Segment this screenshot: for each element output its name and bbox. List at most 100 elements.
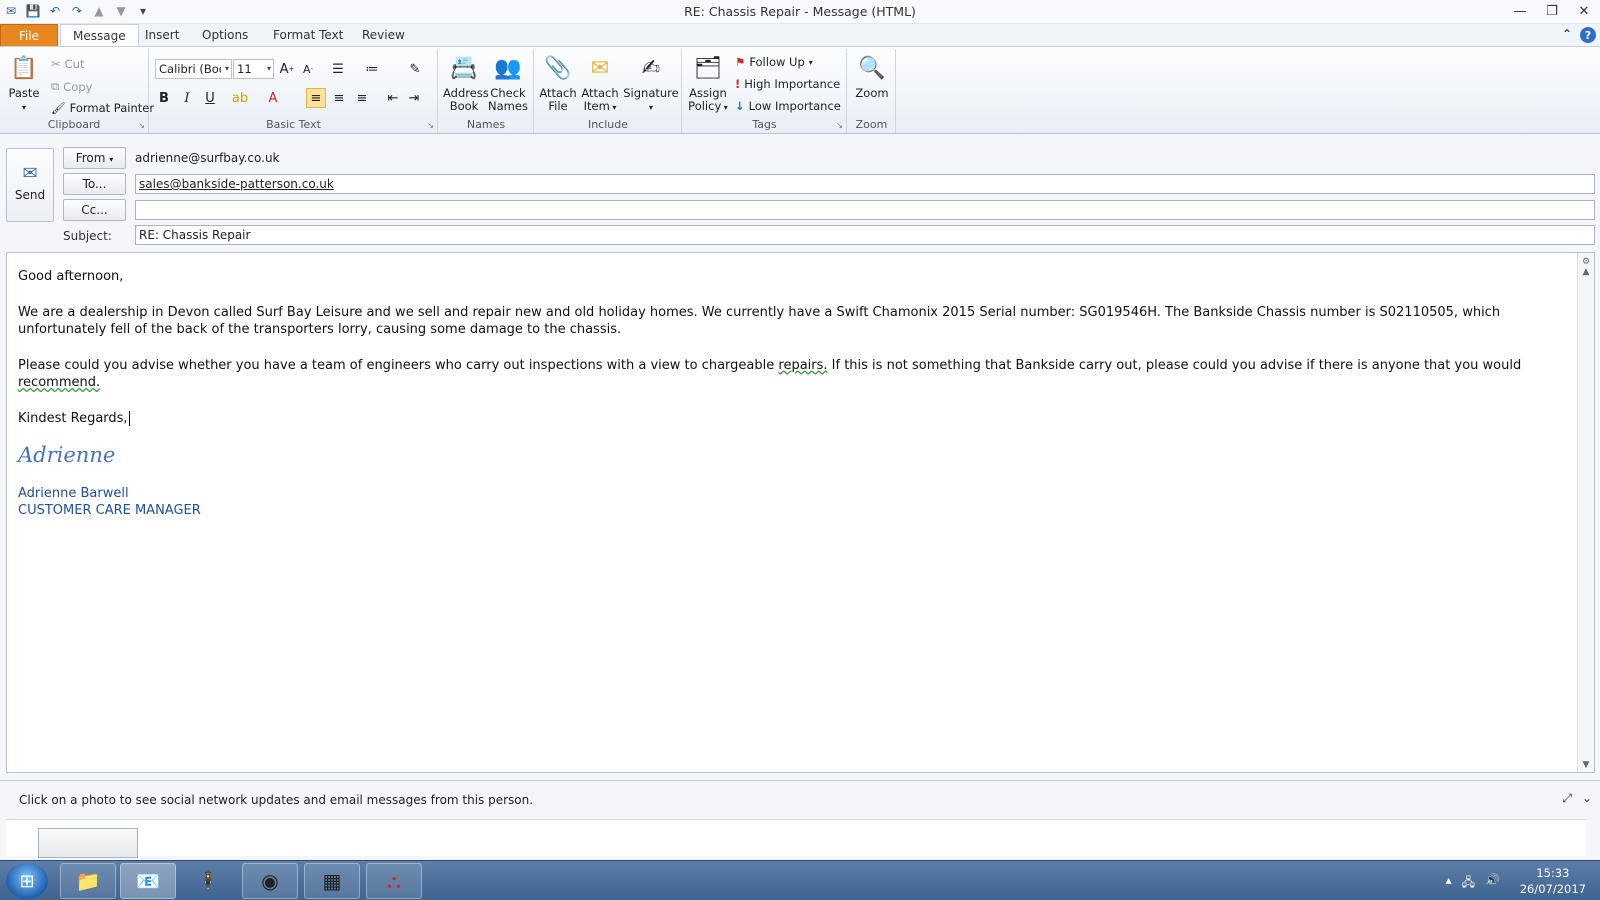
bullets-icon[interactable]: ☰ — [328, 59, 348, 79]
clear-formatting-icon[interactable]: ✎ — [405, 59, 425, 79]
dialog-launcher-icon[interactable]: ↘ — [836, 121, 843, 130]
scroll-down-icon[interactable]: ▼ — [1578, 760, 1594, 770]
window-title: RE: Chassis Repair - Message (HTML) — [684, 4, 916, 19]
cc-button[interactable]: Cc... — [63, 199, 126, 221]
align-center-icon[interactable]: ≡ — [329, 88, 349, 108]
explorer-taskbar-icon[interactable]: 📁 — [60, 863, 116, 899]
flag-icon: ⚑ — [735, 55, 746, 69]
title-bar: ✉ 💾 ↶ ↷ ▲ ▼ ▾ RE: Chassis Repair - Messa… — [0, 0, 1600, 24]
network-icon[interactable]: 🖧 — [1462, 873, 1475, 894]
attach-file-button[interactable]: 📎 Attach File — [539, 53, 577, 113]
clipboard-label: Clipboard — [47, 118, 101, 131]
paragraph-2: Please could you advise whether you have… — [18, 357, 1522, 391]
tab-file[interactable]: File — [0, 24, 58, 47]
envelope-icon: ✉ — [590, 55, 610, 81]
subject-field[interactable]: RE: Chassis Repair — [135, 225, 1595, 245]
follow-up-button[interactable]: ⚑ Follow Up ▾ — [735, 55, 813, 69]
paste-button[interactable]: 📋 Paste ▾ — [6, 53, 42, 114]
app-taskbar-icon[interactable]: 🕴 — [180, 863, 236, 899]
start-button[interactable]: ⊞ — [6, 863, 48, 899]
send-button[interactable]: ✉ Send — [6, 148, 54, 222]
show-hidden-icons-icon[interactable]: ▴ — [1446, 873, 1452, 894]
magnifier-icon: 🔍 — [858, 55, 886, 81]
include-group: 📎 Attach File ✉ Attach Item ▾ ✍ Signature ▾… — [535, 49, 682, 133]
copy-button[interactable]: ⧉ Copy — [51, 79, 92, 94]
names-group: 📇 Address Book 👥 Check Names Names — [439, 49, 534, 133]
ruler-icon[interactable]: ⚙ — [1578, 253, 1594, 267]
system-tray: ▴ 🖧 🔊 — [1446, 873, 1500, 894]
numbering-icon[interactable]: ≔ — [362, 59, 382, 79]
dialog-launcher-icon[interactable]: ↘ — [138, 121, 145, 130]
scissors-icon: ✂ — [51, 57, 61, 71]
policy-icon: 🗂 — [694, 55, 722, 81]
underline-button[interactable]: U — [200, 88, 220, 108]
increase-indent-icon[interactable]: ⇥ — [404, 88, 424, 108]
taskbar: ⊞ 📁 📧 🕴 ◉ ▦ ⛬ ▴ 🖧 🔊 15:33 26/07/2017 — [0, 860, 1600, 900]
font-size-combo[interactable]: 11 ▾ — [233, 59, 274, 79]
compose-header: ✉ Send From ▾ adrienne@surfbay.co.uk To.… — [0, 135, 1600, 252]
align-right-icon[interactable]: ≡ — [352, 88, 372, 108]
acrobat-taskbar-icon[interactable]: ⛬ — [366, 863, 422, 899]
format-painter-button[interactable]: 🖌 Format Painter — [51, 101, 154, 115]
assign-policy-button[interactable]: 🗂 Assign Policy ▾ — [687, 53, 729, 114]
windows-logo-icon: ⊞ — [19, 870, 35, 892]
clock[interactable]: 15:33 26/07/2017 — [1520, 865, 1586, 897]
collapse-ribbon-icon[interactable]: ⌃ — [1562, 27, 1572, 43]
scroll-up-icon[interactable]: ▲ — [1578, 267, 1594, 277]
attach-item-button[interactable]: ✉ Attach Item ▾ — [580, 53, 620, 114]
tab-review[interactable]: Review — [350, 24, 417, 47]
send-icon: ✉ — [22, 163, 38, 184]
font-name-combo[interactable]: Calibri (Body)▾ — [155, 59, 232, 79]
collapse-pane-icon[interactable]: ⌄ — [1582, 791, 1592, 806]
to-button[interactable]: To... — [63, 173, 126, 195]
subject-label: Subject: — [63, 229, 112, 243]
expand-icon[interactable]: ⤢ — [1562, 791, 1572, 806]
calendar-taskbar-icon[interactable]: ▦ — [304, 863, 360, 899]
chrome-icon: ◉ — [261, 869, 279, 893]
body-text[interactable]: Good afternoon, We are a dealership in D… — [18, 268, 1558, 519]
copy-icon: ⧉ — [51, 79, 60, 93]
zoom-button[interactable]: 🔍 Zoom — [852, 53, 892, 100]
cut-button[interactable]: ✂ Cut — [51, 57, 84, 71]
outlook-taskbar-icon[interactable]: 📧 — [120, 863, 176, 899]
people-photo-area — [6, 819, 1586, 858]
contact-photo[interactable] — [38, 828, 138, 858]
low-importance-button[interactable]: ↓ Low Importance — [735, 99, 841, 113]
signature-button[interactable]: ✍ Signature ▾ — [623, 53, 679, 114]
chrome-taskbar-icon[interactable]: ◉ — [242, 863, 298, 899]
tags-group: 🗂 Assign Policy ▾ ⚑ Follow Up ▾ ! High Impor… — [683, 49, 847, 133]
from-value: adrienne@surfbay.co.uk — [135, 151, 280, 165]
tab-insert[interactable]: Insert — [133, 24, 191, 47]
high-importance-button[interactable]: ! High Importance — [735, 77, 840, 91]
help-icon[interactable]: ? — [1580, 27, 1596, 43]
bold-button[interactable]: B — [154, 88, 174, 108]
cc-field[interactable] — [135, 200, 1595, 220]
close-icon[interactable]: ✕ — [1568, 0, 1600, 22]
address-book-button[interactable]: 📇 Address Book — [443, 53, 489, 113]
volume-icon[interactable]: 🔊 — [1485, 873, 1500, 894]
signature-name: Adrienne Barwell — [18, 485, 129, 501]
font-color-icon[interactable]: A — [263, 88, 283, 108]
tab-format-text[interactable]: Format Text — [261, 24, 355, 47]
to-field[interactable]: sales@bankside-patterson.co.uk — [135, 174, 1595, 194]
check-names-button[interactable]: 👥 Check Names — [487, 53, 529, 113]
check-names-icon: 👥 — [494, 55, 522, 81]
to-recipient[interactable]: sales@bankside-patterson.co.uk — [139, 177, 334, 191]
clipboard-group: 📋 Paste ▾ ✂ Cut ⧉ Copy 🖌 Format Painter Clip… — [0, 49, 154, 133]
minimize-icon[interactable]: — — [1504, 0, 1536, 22]
shrink-font-icon[interactable]: A- — [298, 59, 318, 79]
decrease-indent-icon[interactable]: ⇤ — [383, 88, 403, 108]
dialog-launcher-icon[interactable]: ↘ — [427, 121, 434, 130]
body-scrollbar[interactable]: ⚙ ▲ ▼ — [1577, 253, 1594, 772]
from-button[interactable]: From ▾ — [63, 147, 126, 169]
highlight-icon[interactable]: ab — [230, 88, 250, 108]
window-controls: — ❐ ✕ — [1504, 0, 1600, 22]
tab-message[interactable]: Message — [60, 24, 139, 47]
align-left-icon[interactable]: ≡ — [306, 88, 326, 108]
message-body[interactable]: Good afternoon, We are a dealership in D… — [6, 252, 1595, 773]
restore-icon[interactable]: ❐ — [1536, 0, 1568, 22]
tab-options[interactable]: Options — [190, 24, 260, 47]
italic-button[interactable]: I — [177, 88, 197, 108]
zoom-label: Zoom — [855, 118, 888, 131]
grow-font-icon[interactable]: A + — [277, 59, 297, 79]
